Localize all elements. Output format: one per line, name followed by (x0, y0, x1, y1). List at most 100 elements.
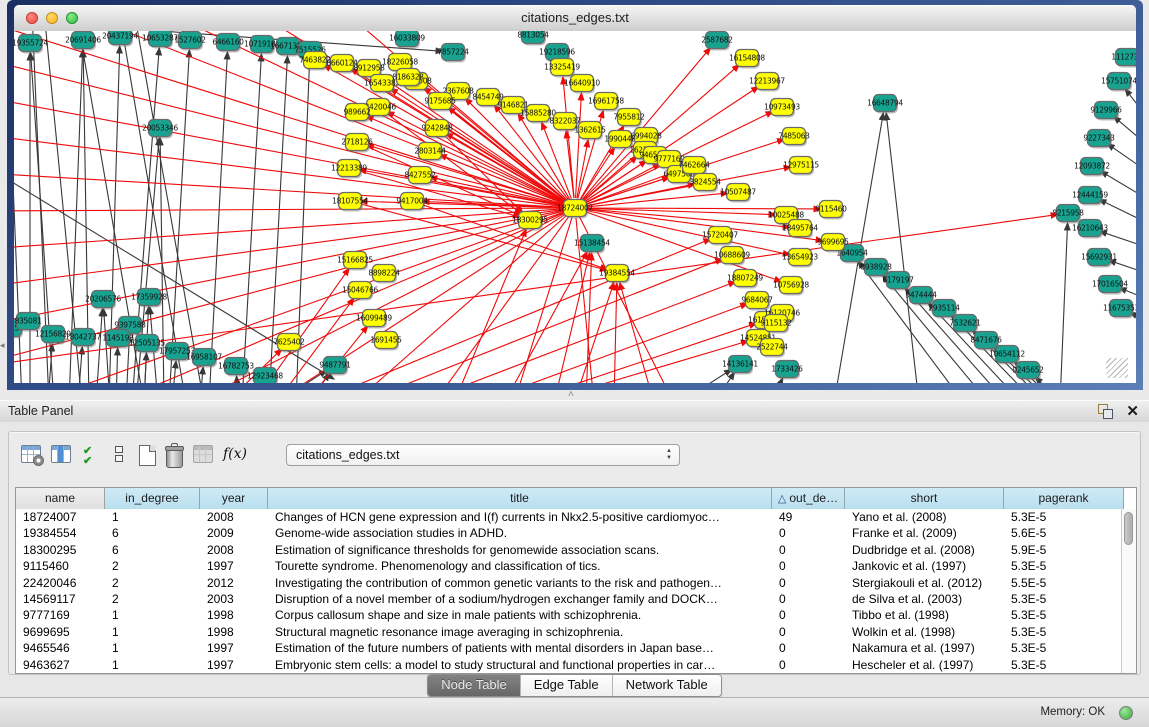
graph-node[interactable]: 18807249 (727, 270, 763, 289)
graph-edge[interactable] (1114, 116, 1136, 159)
table-cell[interactable]: Changes of HCN gene expression and I(f) … (268, 509, 772, 525)
graph-node[interactable]: 10507487 (720, 184, 756, 203)
graph-node[interactable]: 6466160 (212, 34, 244, 53)
graph-node[interactable]: 15692931 (1081, 249, 1117, 268)
graph-node[interactable]: 2522744 (756, 339, 788, 358)
table-cell[interactable]: 0 (772, 607, 845, 623)
graph-edge[interactable] (172, 361, 176, 383)
graph-edge[interactable] (1125, 89, 1136, 139)
table-cell[interactable]: 5.9E-5 (1004, 542, 1124, 558)
tab-network-table[interactable]: Network Table (613, 675, 721, 696)
graph-edge[interactable] (134, 31, 204, 383)
table-cell[interactable]: 5.3E-5 (1004, 591, 1124, 607)
table-cell[interactable]: 2009 (200, 525, 268, 541)
table-cell[interactable]: 5.5E-5 (1004, 575, 1124, 591)
vertical-scrollbar[interactable] (1121, 509, 1136, 673)
scrollbar-thumb[interactable] (1124, 512, 1133, 545)
column-header-short[interactable]: short (845, 488, 1004, 509)
table-cell[interactable]: Stergiakouli et al. (2012) (845, 575, 1004, 591)
panel-splitter[interactable]: ˄ (0, 390, 1149, 400)
graph-node[interactable]: 9129966 (1090, 102, 1122, 121)
graph-node[interactable]: 16961758 (588, 93, 624, 112)
tab-node-table[interactable]: Node Table (428, 675, 521, 696)
network-canvas[interactable]: 1935572420691406204371941065328715276026… (14, 31, 1136, 383)
table-cell[interactable]: Embryonic stem cells: a model to study s… (268, 657, 772, 673)
graph-node[interactable]: 11675353 (1103, 300, 1136, 319)
table-cell[interactable]: 0 (772, 657, 845, 673)
graph-node[interactable]: 19355724 (14, 35, 48, 54)
column-header-title[interactable]: title (268, 488, 772, 509)
table-cell[interactable]: 5.3E-5 (1004, 607, 1124, 623)
table-cell[interactable]: Yano et al. (2008) (845, 509, 1004, 525)
table-cell[interactable]: Jankovic et al. (1997) (845, 558, 1004, 574)
table-row[interactable]: 1456911722003Disruption of a novel membe… (16, 591, 1122, 607)
table-cell[interactable]: 2 (105, 591, 200, 607)
table-cell[interactable]: Estimation of the future numbers of pati… (268, 640, 772, 656)
graph-edge[interactable] (169, 50, 189, 383)
graph-node[interactable]: 989662 (344, 104, 371, 123)
table-settings-icon[interactable] (21, 445, 45, 469)
table-cell[interactable]: Franke et al. (2009) (845, 525, 1004, 541)
graph-edge[interactable] (614, 283, 617, 383)
table-cell[interactable]: 9699695 (16, 624, 105, 640)
table-row[interactable]: 977716911998Corpus callosum shape and si… (16, 607, 1122, 623)
collapse-panel-arrow-icon[interactable]: ◂ (0, 340, 5, 351)
splitter-handle-icon[interactable]: ˄ (568, 389, 574, 400)
show-column-icon[interactable] (51, 445, 75, 469)
graph-node[interactable]: 7955812 (613, 109, 645, 128)
table-cell[interactable]: 9777169 (16, 607, 105, 623)
graph-node[interactable]: 20053346 (142, 120, 178, 139)
table-cell[interactable]: 1997 (200, 640, 268, 656)
table-cell[interactable]: 19384554 (16, 525, 105, 541)
table-cell[interactable]: Wolkin et al. (1998) (845, 624, 1004, 640)
table-row[interactable]: 2242004622012Investigating the contribut… (16, 575, 1122, 591)
graph-node[interactable]: 9699695 (817, 234, 849, 253)
graph-node[interactable]: 12975115 (783, 157, 819, 176)
table-cell[interactable]: 18300295 (16, 542, 105, 558)
graph-edge[interactable] (585, 193, 728, 207)
table-cell[interactable]: 0 (772, 525, 845, 541)
graph-edge[interactable] (574, 282, 614, 383)
column-header-pagerank[interactable]: pagerank (1004, 488, 1124, 509)
graph-node[interactable]: 20691406 (65, 32, 101, 51)
table-cell[interactable]: 5.3E-5 (1004, 558, 1124, 574)
table-cell[interactable]: Investigating the contribution of common… (268, 575, 772, 591)
graph-node[interactable]: 7857224 (437, 44, 469, 63)
table-cell[interactable]: Corpus callosum shape and size in male p… (268, 607, 772, 623)
graph-edge[interactable] (116, 348, 118, 383)
graph-node[interactable]: 12213389 (331, 160, 367, 179)
graph-node[interactable]: 20437194 (102, 31, 138, 47)
graph-node[interactable]: 10653287 (142, 31, 178, 49)
table-cell[interactable]: 2 (105, 558, 200, 574)
graph-edge[interactable] (237, 376, 238, 383)
table-cell[interactable]: 9465546 (16, 640, 105, 656)
table-cell[interactable]: 2012 (200, 575, 268, 591)
row-checks-icon[interactable]: ✔✔ (83, 447, 107, 471)
table-cell[interactable]: 2 (105, 575, 200, 591)
table-cell[interactable]: 0 (772, 591, 845, 607)
table-row[interactable]: 969969511998Structural magnetic resonanc… (16, 624, 1122, 640)
table-cell[interactable]: 0 (772, 624, 845, 640)
graph-edge[interactable] (276, 370, 327, 383)
table-cell[interactable]: 14569117 (16, 591, 105, 607)
table-cell[interactable]: 1998 (200, 624, 268, 640)
column-header-out_de[interactable]: △out_de… (772, 488, 845, 509)
table-cell[interactable]: Genome-wide association studies in ADHD. (268, 525, 772, 541)
graph-node[interactable]: 2587682 (701, 32, 733, 51)
graph-edge[interactable] (886, 113, 919, 383)
table-cell[interactable]: Tibbo et al. (1998) (845, 607, 1004, 623)
graph-edge[interactable] (96, 309, 102, 383)
float-panel-icon[interactable] (1098, 404, 1113, 419)
graph-node[interactable]: 9115460 (815, 201, 847, 220)
graph-edge[interactable] (14, 135, 565, 207)
table-cell[interactable]: 18724007 (16, 509, 105, 525)
table-cell[interactable]: 1 (105, 657, 200, 673)
table-cell[interactable]: 1997 (200, 657, 268, 673)
graph-edge[interactable] (14, 208, 565, 211)
graph-node[interactable]: 8427552 (404, 167, 436, 186)
graph-node[interactable]: 7485063 (778, 128, 810, 147)
table-cell[interactable]: 5.3E-5 (1004, 640, 1124, 656)
table-row[interactable]: 1830029562008Estimation of significance … (16, 542, 1122, 558)
graph-node[interactable]: 15751074 (1101, 73, 1136, 92)
table-cell[interactable]: 1 (105, 640, 200, 656)
